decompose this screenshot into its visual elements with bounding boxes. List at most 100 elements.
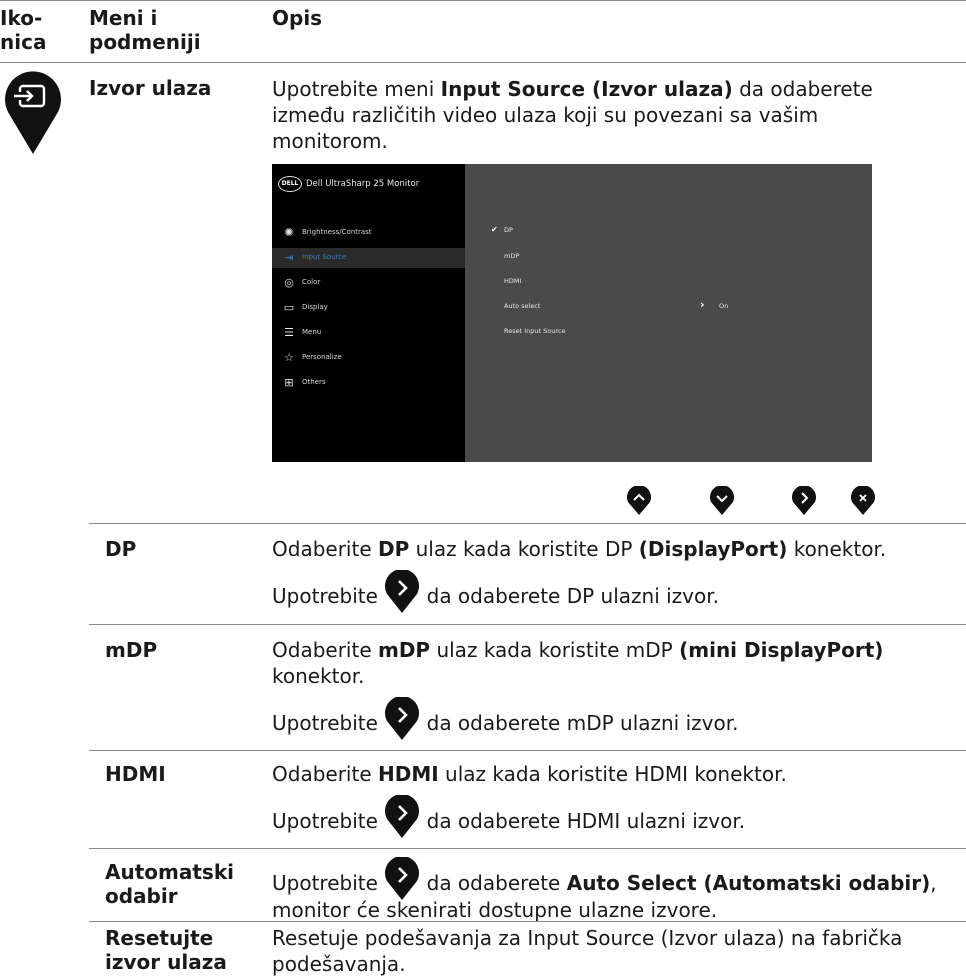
auto-select-desc: Upotrebite da odaberete Auto Select (Aut… bbox=[272, 856, 962, 923]
desc-text: da odaberete DP ulazni izvor. bbox=[426, 584, 719, 608]
desc-text: , bbox=[930, 871, 937, 895]
row-rule bbox=[89, 750, 966, 751]
desc-text: da odaberete bbox=[732, 77, 873, 101]
input-source-icon bbox=[5, 71, 62, 154]
desc-bold: Input Source (Izvor ulaza) bbox=[440, 77, 733, 101]
header-rule bbox=[0, 62, 966, 63]
input-source-desc: Upotrebite meni Input Source (Izvor ulaz… bbox=[272, 76, 952, 154]
others-icon: ⊞ bbox=[284, 376, 294, 389]
desc-bold: (DisplayPort) bbox=[638, 537, 788, 561]
dp-label: DP bbox=[105, 537, 137, 561]
osd-menu-label: Personalize bbox=[302, 353, 342, 361]
osd-title: Dell UltraSharp 25 Monitor bbox=[306, 179, 420, 189]
desc-bold: (mini DisplayPort) bbox=[679, 638, 884, 662]
chevron-right-icon: › bbox=[700, 298, 705, 311]
header-icon-col: Iko- nica bbox=[0, 6, 46, 54]
label-line: Automatski bbox=[105, 860, 234, 884]
header-menu-line2: podmeniji bbox=[89, 30, 201, 54]
right-icon bbox=[792, 486, 816, 515]
reset-label: Resetujte izvor ulaza bbox=[105, 926, 227, 974]
osd-menu-label: Color bbox=[302, 278, 321, 286]
desc-text: ulaz kada koristite DP bbox=[409, 537, 639, 561]
row-rule bbox=[89, 848, 966, 849]
header-icon-line2: nica bbox=[0, 30, 47, 54]
mdp-desc: Odaberite mDP ulaz kada koristite mDP (m… bbox=[272, 637, 962, 689]
hdmi-label: HDMI bbox=[105, 762, 166, 786]
osd-option-mdp[interactable]: mDP bbox=[504, 252, 519, 260]
desc-text: ulaz kada koristite HDMI konektor. bbox=[438, 762, 787, 786]
desc-text: da odaberete HDMI ulazni izvor. bbox=[426, 809, 746, 833]
check-icon: ✔ bbox=[491, 225, 498, 234]
osd-menu-brightness[interactable]: ✺ Brightness/Contrast bbox=[272, 223, 465, 243]
top-rule bbox=[0, 0, 966, 1]
row-rule bbox=[89, 921, 966, 922]
label-line: Resetujte bbox=[105, 926, 214, 950]
desc-text: konektor. bbox=[787, 537, 887, 561]
osd-menu-menu[interactable]: ☰ Menu bbox=[272, 323, 465, 343]
dp-use: Upotrebite da odaberete DP ulazni izvor. bbox=[272, 569, 962, 613]
osd-menu-others[interactable]: ⊞ Others bbox=[272, 373, 465, 393]
desc-text: da odaberete bbox=[426, 871, 567, 895]
desc-text: Upotrebite bbox=[272, 871, 378, 895]
desc-text: ulaz kada koristite mDP bbox=[430, 638, 680, 662]
desc-text: Upotrebite bbox=[272, 584, 378, 608]
osd-option-reset[interactable]: Reset Input Source bbox=[504, 327, 565, 335]
right-button-icon bbox=[385, 696, 420, 740]
input-source-icon: ⇥ bbox=[284, 251, 294, 264]
osd-menu-screenshot: DELL Dell UltraSharp 25 Monitor ✺ Bright… bbox=[272, 164, 872, 462]
desc-text: monitor će skenirati dostupne ulazne izv… bbox=[272, 897, 718, 922]
header-menu-col: Meni i podmeniji bbox=[89, 6, 201, 54]
down-icon bbox=[710, 486, 734, 515]
monitor-icon: ▭ bbox=[283, 301, 295, 314]
osd-option-hdmi[interactable]: HDMI bbox=[504, 277, 521, 285]
header-menu-line1: Meni i bbox=[89, 6, 158, 30]
desc-text: konektor. bbox=[272, 664, 365, 688]
header-icon-line1: Iko- bbox=[0, 6, 43, 30]
desc-text: monitorom. bbox=[272, 129, 388, 153]
right-button-icon bbox=[385, 856, 420, 900]
label-line: izvor ulaza bbox=[105, 950, 227, 974]
osd-menu-personalize[interactable]: ☆ Personalize bbox=[272, 348, 465, 368]
osd-menu-label: Brightness/Contrast bbox=[302, 228, 372, 236]
desc-text: Odaberite bbox=[272, 762, 378, 786]
palette-icon: ◎ bbox=[284, 276, 294, 289]
osd-menu-label: Others bbox=[302, 378, 326, 386]
desc-bold: mDP bbox=[377, 638, 431, 662]
desc-bold: Auto Select (Automatski odabir) bbox=[566, 871, 931, 895]
desc-text: podešavanja. bbox=[272, 952, 406, 976]
desc-bold: HDMI bbox=[377, 762, 439, 786]
close-icon bbox=[851, 486, 875, 515]
brightness-icon: ✺ bbox=[284, 226, 294, 239]
up-icon bbox=[627, 486, 651, 515]
row-rule bbox=[89, 523, 966, 524]
desc-text: Upotrebite meni bbox=[272, 77, 441, 101]
osd-menu-color[interactable]: ◎ Color bbox=[272, 273, 465, 293]
osd-menu-label: Input Source bbox=[302, 253, 347, 261]
osd-auto-select-value: On bbox=[719, 302, 729, 310]
right-button-icon bbox=[385, 569, 420, 613]
osd-sidebar: DELL Dell UltraSharp 25 Monitor ✺ Bright… bbox=[272, 164, 465, 462]
star-icon: ☆ bbox=[284, 351, 294, 364]
osd-menu-display[interactable]: ▭ Display bbox=[272, 298, 465, 318]
hdmi-use: Upotrebite da odaberete HDMI ulazni izvo… bbox=[272, 794, 962, 838]
label-line: odabir bbox=[105, 884, 178, 908]
dell-logo: DELL bbox=[278, 176, 302, 192]
desc-text: da odaberete mDP ulazni izvor. bbox=[426, 711, 739, 735]
row-rule bbox=[89, 624, 966, 625]
reset-desc: Resetuje podešavanja za Input Source (Iz… bbox=[272, 925, 962, 977]
right-button-icon bbox=[385, 794, 420, 838]
desc-text: između različitih video ulaza koji su po… bbox=[272, 103, 819, 127]
mdp-label: mDP bbox=[105, 638, 158, 662]
desc-text: Odaberite bbox=[272, 638, 378, 662]
osd-option-dp[interactable]: DP bbox=[504, 226, 513, 234]
dp-desc: Odaberite DP ulaz kada koristite DP (Dis… bbox=[272, 536, 962, 562]
hdmi-desc: Odaberite HDMI ulaz kada koristite HDMI … bbox=[272, 761, 962, 787]
desc-text: Resetuje podešavanja za Input Source (Iz… bbox=[272, 926, 903, 950]
osd-option-auto-select[interactable]: Auto select bbox=[504, 302, 540, 310]
header-desc-col: Opis bbox=[272, 6, 323, 30]
osd-menu-input-source[interactable]: ⇥ Input Source bbox=[272, 248, 465, 268]
desc-bold: DP bbox=[377, 537, 410, 561]
osd-menu-label: Display bbox=[302, 303, 328, 311]
menu-list-icon: ☰ bbox=[284, 326, 294, 339]
input-source-label: Izvor ulaza bbox=[89, 76, 212, 100]
